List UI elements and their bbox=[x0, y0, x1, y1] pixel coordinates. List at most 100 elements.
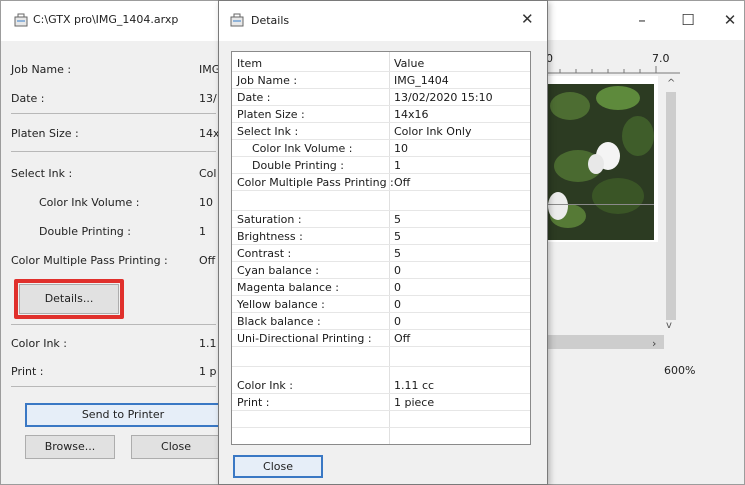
row-item: Date : bbox=[237, 91, 271, 104]
table-row: Saturation : 5 bbox=[232, 211, 530, 228]
horizontal-scrollbar[interactable] bbox=[548, 335, 664, 349]
details-dialog: Details ✕ Item Value Job Name : IMG_1404… bbox=[218, 0, 548, 485]
table-row bbox=[232, 191, 530, 211]
dialog-close-button[interactable]: Close bbox=[233, 455, 323, 478]
table-row: Cyan balance : 0 bbox=[232, 262, 530, 279]
main-close-button[interactable]: Close bbox=[131, 435, 221, 459]
scroll-down-icon[interactable]: v bbox=[666, 320, 672, 331]
table-header: Item Value bbox=[232, 55, 530, 72]
table-row: Color Multiple Pass Printing : Off bbox=[232, 174, 530, 191]
row-item: Color Multiple Pass Printing : bbox=[237, 176, 394, 189]
table-row: Select Ink : Color Ink Only bbox=[232, 123, 530, 140]
app-icon bbox=[13, 12, 29, 28]
row-item: Yellow balance : bbox=[237, 298, 325, 311]
row-item: Select Ink : bbox=[237, 125, 299, 138]
row-value: IMG_1404 bbox=[394, 74, 449, 87]
table-row: Magenta balance : 0 bbox=[232, 279, 530, 296]
table-row: Color Ink Volume : 10 bbox=[232, 140, 530, 157]
row-item: Brightness : bbox=[237, 230, 303, 243]
window-title: C:\GTX pro\IMG_1404.arxp bbox=[33, 13, 179, 26]
print-value: 1 p bbox=[199, 365, 217, 378]
table-row bbox=[232, 347, 530, 367]
multi-pass-label: Color Multiple Pass Printing : bbox=[11, 254, 168, 267]
double-printing-value: 1 bbox=[199, 225, 206, 238]
table-row: Job Name : IMG_1404 bbox=[232, 72, 530, 89]
row-value: 0 bbox=[394, 281, 401, 294]
browse-button[interactable]: Browse... bbox=[25, 435, 115, 459]
multi-pass-value: Off bbox=[199, 254, 216, 267]
color-ink-volume-value: 10 bbox=[199, 196, 213, 209]
row-value: 0 bbox=[394, 298, 401, 311]
row-value: 5 bbox=[394, 247, 401, 260]
divider bbox=[11, 386, 216, 387]
job-name-label: Job Name : bbox=[11, 63, 72, 76]
row-item: Print : bbox=[237, 396, 270, 409]
ruler-ticks bbox=[548, 66, 680, 74]
row-value: Color Ink Only bbox=[394, 125, 472, 138]
table-row: Print : 1 piece bbox=[232, 394, 530, 411]
table-row: Contrast : 5 bbox=[232, 245, 530, 262]
select-ink-value: Col bbox=[199, 167, 217, 180]
row-value: Off bbox=[394, 332, 411, 345]
send-to-printer-button[interactable]: Send to Printer bbox=[25, 403, 221, 427]
color-ink-value: 1.1 bbox=[199, 337, 217, 350]
table-row bbox=[232, 411, 530, 428]
value-column-header: Value bbox=[394, 57, 425, 70]
item-column-header: Item bbox=[237, 57, 263, 70]
row-value: 1.11 cc bbox=[394, 379, 435, 392]
dialog-title: Details bbox=[251, 14, 290, 27]
table-row: Black balance : 0 bbox=[232, 313, 530, 330]
close-icon[interactable]: ✕ bbox=[715, 9, 745, 31]
table-row: Yellow balance : 0 bbox=[232, 296, 530, 313]
divider bbox=[11, 324, 216, 325]
row-value: 1 piece bbox=[394, 396, 435, 409]
row-item: Contrast : bbox=[237, 247, 292, 260]
maximize-icon[interactable]: ☐ bbox=[673, 9, 703, 31]
print-label: Print : bbox=[11, 365, 44, 378]
minimize-icon[interactable]: – bbox=[627, 9, 657, 31]
row-value: 5 bbox=[394, 230, 401, 243]
row-item: Color Ink Volume : bbox=[252, 142, 353, 155]
row-item: Job Name : bbox=[237, 74, 298, 87]
double-printing-label: Double Printing : bbox=[39, 225, 131, 238]
row-value: 10 bbox=[394, 142, 408, 155]
row-value: 5 bbox=[394, 213, 401, 226]
row-item: Double Printing : bbox=[252, 159, 344, 172]
row-value: 14x16 bbox=[394, 108, 429, 121]
dialog-close-icon[interactable]: ✕ bbox=[521, 10, 534, 28]
row-value: Off bbox=[394, 176, 411, 189]
dialog-app-icon bbox=[229, 12, 245, 28]
scroll-up-icon[interactable]: ^ bbox=[667, 78, 675, 89]
details-table: Item Value Job Name : IMG_1404 Date : 13… bbox=[231, 51, 531, 445]
row-item: Magenta balance : bbox=[237, 281, 340, 294]
color-ink-volume-label: Color Ink Volume : bbox=[39, 196, 140, 209]
platen-size-value: 14x bbox=[199, 127, 220, 140]
zoom-level: 600% bbox=[664, 364, 696, 377]
row-item: Black balance : bbox=[237, 315, 321, 328]
color-ink-label: Color Ink : bbox=[11, 337, 68, 350]
row-value: 0 bbox=[394, 264, 401, 277]
date-value: 13/ bbox=[199, 92, 217, 105]
vertical-scroll-thumb[interactable] bbox=[666, 92, 676, 320]
dialog-titlebar: Details ✕ bbox=[219, 1, 547, 41]
table-row: Platen Size : 14x16 bbox=[232, 106, 530, 123]
scroll-right-icon[interactable]: › bbox=[652, 337, 656, 350]
date-label: Date : bbox=[11, 92, 45, 105]
table-row: Uni-Directional Printing : Off bbox=[232, 330, 530, 347]
row-item: Saturation : bbox=[237, 213, 302, 226]
highlight-box bbox=[14, 279, 124, 319]
table-row: Double Printing : 1 bbox=[232, 157, 530, 174]
row-item: Cyan balance : bbox=[237, 264, 319, 277]
row-value: 0 bbox=[394, 315, 401, 328]
divider bbox=[11, 151, 216, 152]
ruler: 0 7.0 bbox=[546, 52, 680, 74]
row-item: Color Ink : bbox=[237, 379, 294, 392]
select-ink-label: Select Ink : bbox=[11, 167, 73, 180]
table-row: Color Ink : 1.11 cc bbox=[232, 377, 530, 394]
divider bbox=[11, 113, 216, 114]
platen-size-label: Platen Size : bbox=[11, 127, 79, 140]
table-row: Brightness : 5 bbox=[232, 228, 530, 245]
row-value: 13/02/2020 15:10 bbox=[394, 91, 493, 104]
row-item: Uni-Directional Printing : bbox=[237, 332, 372, 345]
table-row: Date : 13/02/2020 15:10 bbox=[232, 89, 530, 106]
